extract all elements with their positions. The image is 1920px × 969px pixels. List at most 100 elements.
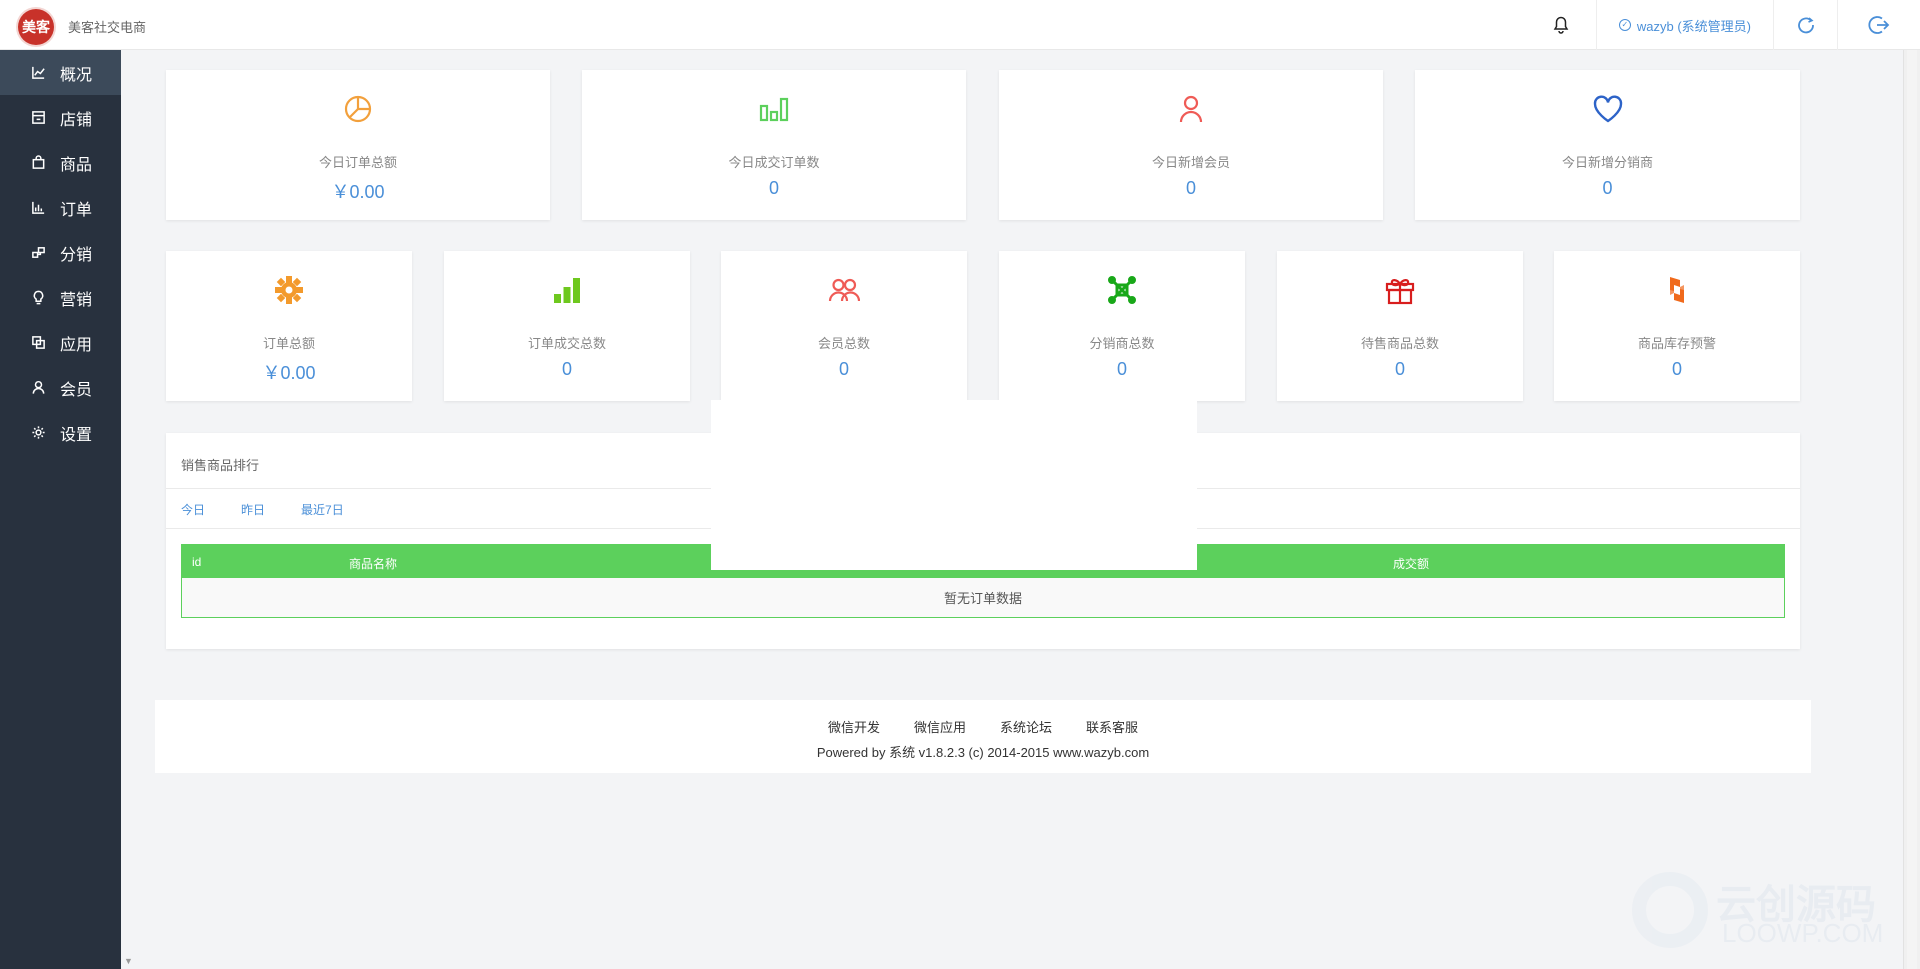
logo-text: 美客 [22, 19, 50, 35]
notifications-button[interactable] [1527, 0, 1597, 50]
sidebar-item-overview[interactable]: 概况 [0, 50, 121, 95]
stat-value: ￥0.00 [262, 363, 316, 383]
sidebar-item-label: 商品 [60, 156, 93, 174]
stat-label: 今日新增分销商 [1561, 155, 1653, 170]
column-header-product-name: 商品名称 [349, 557, 398, 571]
signal-icon [550, 273, 584, 307]
stock-warning-icon [1660, 273, 1694, 307]
logout-icon [1868, 16, 1890, 34]
stat-label: 今日成交订单数 [728, 155, 820, 170]
refresh-button[interactable] [1774, 0, 1838, 50]
ranking-tabs: 今日 昨日 最近7日 [181, 501, 344, 518]
sidebar: 概况 店铺 商品 订单 分销 营销 应用 会员 设置 [0, 50, 121, 969]
watermark: 云创源码 LOOWP.COM [1632, 868, 1902, 958]
users-icon [827, 273, 861, 307]
refresh-icon [1797, 17, 1814, 34]
watermark-logo-icon [1632, 872, 1708, 948]
bar-chart-icon [30, 200, 46, 216]
sidebar-item-store[interactable]: 店铺 [0, 95, 121, 140]
sidebar-item-label: 店铺 [60, 111, 93, 129]
footer-link-forum[interactable]: 系统论坛 [1000, 717, 1052, 736]
stat-card-order-total-amount[interactable]: 订单总额 ￥0.00 [166, 251, 412, 401]
stat-value: 0 [768, 178, 779, 198]
panel-title: 销售商品排行 [181, 458, 260, 473]
logout-button[interactable] [1838, 0, 1920, 50]
user-name: wazyb (系统管理员) [1636, 18, 1751, 34]
sidebar-item-label: 概况 [60, 66, 93, 84]
pie-chart-icon [341, 92, 375, 126]
apps-icon [30, 335, 46, 351]
stat-card-today-order-amount[interactable]: 今日订单总额 ￥0.00 [166, 70, 550, 220]
stat-value: 0 [1394, 359, 1405, 379]
stat-value: 0 [1671, 359, 1682, 379]
stat-card-distributor-total[interactable]: 分销商总数 0 [999, 251, 1245, 401]
footer-link-wechat-apps[interactable]: 微信应用 [914, 717, 966, 736]
sidebar-item-label: 订单 [60, 201, 93, 219]
user-icon [1174, 92, 1208, 126]
bell-icon [1554, 16, 1569, 34]
gift-icon [1383, 273, 1417, 307]
stat-label: 分销商总数 [1089, 336, 1155, 351]
footer: 微信开发 微信应用 系统论坛 联系客服 Powered by 系统 v1.8.2… [155, 700, 1811, 773]
scrollbar-thumb[interactable] [1907, 50, 1917, 969]
tab-last-7-days[interactable]: 最近7日 [301, 501, 344, 518]
sidebar-item-products[interactable]: 商品 [0, 140, 121, 185]
user-menu[interactable]: ✓ wazyb (系统管理员) [1597, 0, 1774, 50]
check-circle-icon: ✓ [1618, 19, 1631, 31]
stat-value: 0 [561, 359, 572, 379]
column-header-deal-amount: 成交额 [1393, 557, 1430, 571]
sidebar-item-settings[interactable]: 设置 [0, 410, 121, 455]
heart-icon [1591, 92, 1625, 126]
sidebar-item-orders[interactable]: 订单 [0, 185, 121, 230]
stat-card-today-new-members[interactable]: 今日新增会员 0 [999, 70, 1383, 220]
stat-label: 今日新增会员 [1151, 155, 1230, 170]
footer-link-support[interactable]: 联系客服 [1086, 717, 1138, 736]
overlay-blank-panel [711, 400, 1197, 570]
gear-icon [30, 425, 46, 441]
sidebar-item-members[interactable]: 会员 [0, 365, 121, 410]
stat-card-stock-warning[interactable]: 商品库存预警 0 [1554, 251, 1800, 401]
brand-name: 美客社交电商 [68, 20, 147, 35]
stat-label: 今日订单总额 [318, 155, 397, 170]
shopping-bag-icon [30, 155, 46, 171]
distribution-icon [30, 245, 46, 261]
lightbulb-icon [30, 290, 46, 306]
stat-value: ￥0.00 [331, 182, 385, 202]
sidebar-item-label: 设置 [60, 426, 93, 444]
stat-card-today-deal-orders[interactable]: 今日成交订单数 0 [582, 70, 966, 220]
network-icon [1105, 273, 1139, 307]
sidebar-item-label: 分销 [60, 246, 93, 264]
stat-value: 0 [1602, 178, 1613, 198]
store-icon [30, 110, 46, 126]
brand-logo[interactable]: 美客 [18, 9, 54, 45]
sidebar-item-label: 应用 [60, 336, 93, 354]
stat-label: 订单成交总数 [527, 336, 606, 351]
tab-today[interactable]: 今日 [181, 501, 205, 518]
cog-icon [272, 273, 306, 307]
stat-value: 0 [1116, 359, 1127, 379]
footer-link-wechat-dev[interactable]: 微信开发 [828, 717, 880, 736]
stat-card-order-deal-total[interactable]: 订单成交总数 0 [444, 251, 690, 401]
stat-label: 会员总数 [817, 336, 870, 351]
sidebar-item-distribution[interactable]: 分销 [0, 230, 121, 275]
stat-label: 待售商品总数 [1360, 336, 1439, 351]
top-right-actions: ✓ wazyb (系统管理员) [1527, 0, 1920, 50]
sidebar-item-apps[interactable]: 应用 [0, 320, 121, 365]
tab-yesterday[interactable]: 昨日 [241, 501, 265, 518]
footer-links: 微信开发 微信应用 系统论坛 联系客服 [155, 717, 1811, 736]
sidebar-item-label: 会员 [60, 381, 93, 399]
bar-chart-icon [757, 92, 791, 126]
stat-card-member-total[interactable]: 会员总数 0 [721, 251, 967, 401]
stat-value: 0 [1185, 178, 1196, 198]
vertical-scrollbar[interactable] [1903, 50, 1920, 969]
empty-table-message: 暂无订单数据 [182, 578, 1784, 617]
column-header-id: id [192, 555, 202, 569]
stat-label: 订单总额 [262, 336, 315, 351]
line-chart-icon [30, 65, 46, 81]
watermark-url: LOOWP.COM [1722, 918, 1884, 948]
sidebar-item-marketing[interactable]: 营销 [0, 275, 121, 320]
stat-card-pending-products[interactable]: 待售商品总数 0 [1277, 251, 1523, 401]
scroll-down-arrow-icon[interactable]: ▼ [124, 956, 133, 966]
footer-copyright: Powered by 系统 v1.8.2.3 (c) 2014-2015 www… [816, 745, 1150, 760]
stat-card-today-new-distributors[interactable]: 今日新增分销商 0 [1415, 70, 1800, 220]
